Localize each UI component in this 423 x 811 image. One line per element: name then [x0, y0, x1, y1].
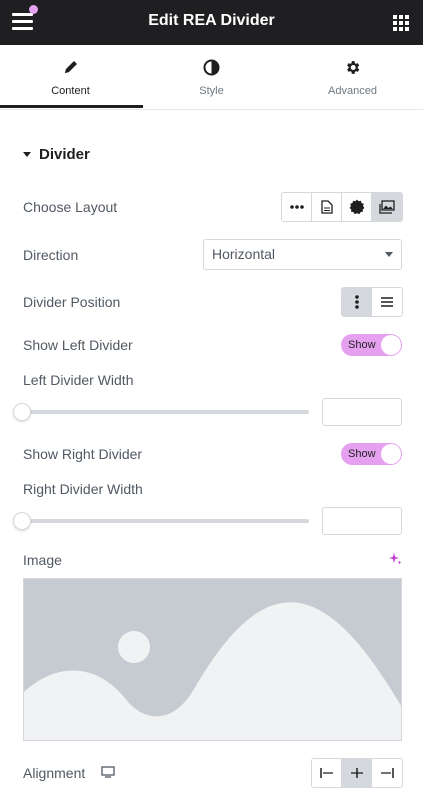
- dots-icon: [289, 205, 304, 209]
- left-divider-width-slider[interactable]: [23, 410, 309, 414]
- right-divider-width-slider-handle[interactable]: [13, 512, 31, 530]
- tab-advanced-label: Advanced: [328, 85, 377, 97]
- left-divider-width-input[interactable]: [322, 398, 402, 426]
- section-divider-toggle[interactable]: Divider: [23, 146, 90, 163]
- left-divider-width-label: Left Divider Width: [23, 372, 134, 388]
- align-right-icon: [381, 768, 394, 778]
- document-icon: [320, 200, 333, 214]
- active-tab-indicator: [0, 105, 143, 108]
- align-center-button[interactable]: [342, 759, 372, 787]
- show-right-divider-label: Show Right Divider: [23, 446, 143, 462]
- panel-title: Edit REA Divider: [148, 12, 275, 29]
- show-left-divider-toggle[interactable]: Show: [341, 334, 402, 356]
- tab-style-label: Style: [199, 85, 224, 97]
- divider-position-label: Divider Position: [23, 294, 121, 310]
- image-placeholder-icon: [24, 602, 401, 740]
- toggle-knob: [381, 444, 401, 464]
- desktop-monitor-icon[interactable]: [101, 766, 115, 778]
- right-divider-width-label: Right Divider Width: [23, 481, 143, 497]
- toggle-text: Show: [348, 339, 376, 351]
- left-divider-width-slider-handle[interactable]: [13, 403, 31, 421]
- half-circle-icon: [203, 59, 220, 76]
- badge-icon: [349, 199, 364, 215]
- layout-option-dots[interactable]: [282, 193, 312, 221]
- direction-value: Horizontal: [212, 246, 276, 262]
- tab-style[interactable]: Style: [141, 45, 282, 110]
- align-left-icon: [319, 768, 333, 778]
- tab-content[interactable]: Content: [0, 45, 141, 110]
- alignment-label: Alignment: [23, 765, 86, 781]
- align-center-icon: [350, 768, 363, 778]
- toggle-text: Show: [348, 448, 376, 460]
- direction-select[interactable]: Horizontal: [203, 239, 402, 270]
- section-title: Divider: [39, 146, 90, 163]
- right-divider-width-slider[interactable]: [23, 519, 309, 523]
- ai-sparkle-icon[interactable]: [388, 552, 402, 566]
- position-option-vertical[interactable]: [342, 288, 372, 316]
- apps-grid-icon[interactable]: [393, 15, 409, 31]
- align-right-button[interactable]: [372, 759, 402, 787]
- show-left-divider-label: Show Left Divider: [23, 337, 133, 353]
- align-left-button[interactable]: [312, 759, 342, 787]
- show-right-divider-toggle[interactable]: Show: [341, 443, 402, 465]
- position-option-horizontal[interactable]: [372, 288, 402, 316]
- panel-tabs: Content Style Advanced: [0, 45, 423, 110]
- layout-option-badge[interactable]: [342, 193, 372, 221]
- alignment-group: [311, 758, 403, 788]
- choose-layout-label: Choose Layout: [23, 199, 118, 215]
- image-picker[interactable]: [23, 578, 402, 741]
- vertical-dots-icon: [354, 295, 359, 309]
- layout-option-image[interactable]: [372, 193, 402, 221]
- tab-content-label: Content: [51, 85, 90, 97]
- toggle-knob: [381, 335, 401, 355]
- tab-advanced[interactable]: Advanced: [282, 45, 423, 110]
- chevron-down-icon: [385, 252, 393, 257]
- right-divider-width-input[interactable]: [322, 507, 402, 535]
- gear-icon: [347, 61, 360, 74]
- image-label: Image: [23, 552, 62, 568]
- direction-label: Direction: [23, 247, 79, 263]
- divider-position-group: [341, 287, 403, 317]
- image-icon: [379, 200, 395, 214]
- pencil-icon: [64, 61, 77, 73]
- horizontal-lines-icon: [381, 297, 393, 307]
- choose-layout-group: [281, 192, 403, 222]
- caret-down-icon: [23, 152, 31, 157]
- editor-header: Edit REA Divider: [0, 0, 423, 45]
- layout-option-document[interactable]: [312, 193, 342, 221]
